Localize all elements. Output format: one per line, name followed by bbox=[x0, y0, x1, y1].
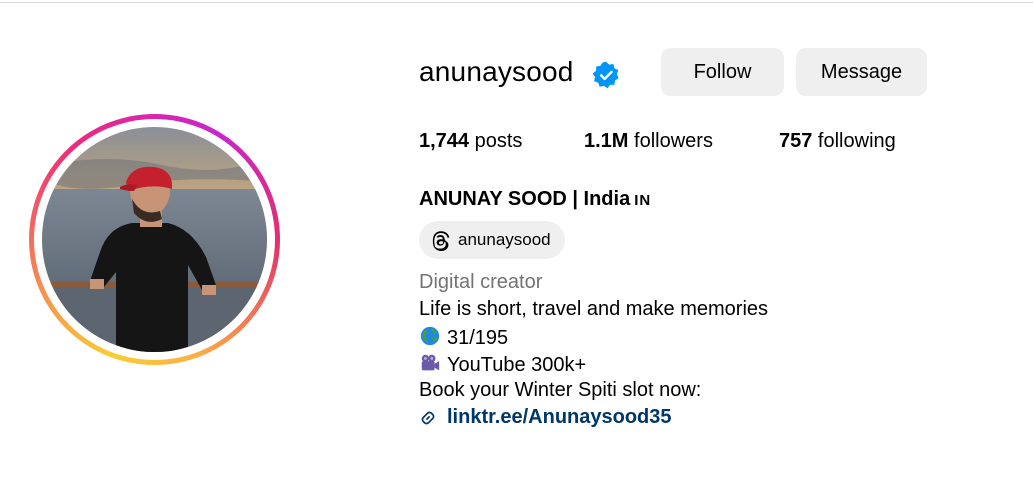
profile-full-name: ANUNAY SOOD | India IN bbox=[419, 188, 651, 211]
message-button[interactable]: Message bbox=[796, 48, 927, 96]
bio-external-link[interactable]: linktr.ee/Anunaysood35 bbox=[419, 406, 672, 429]
posts-count: 1,744 bbox=[419, 130, 470, 152]
followers-stat[interactable]: 1.1M followers bbox=[584, 130, 713, 153]
threads-badge[interactable]: anunaysood bbox=[419, 221, 565, 259]
profile-avatar[interactable] bbox=[29, 114, 280, 365]
bio-line-2: 31/195 bbox=[419, 325, 508, 350]
globe-emoji-icon bbox=[420, 326, 440, 346]
threads-icon bbox=[432, 230, 450, 251]
link-icon bbox=[421, 411, 435, 424]
link-text: linktr.ee/Anunaysood35 bbox=[447, 406, 672, 428]
profile-category: Digital creator bbox=[419, 271, 543, 293]
following-stat[interactable]: 757 following bbox=[779, 130, 896, 153]
verified-badge-icon bbox=[592, 61, 619, 89]
following-count: 757 bbox=[779, 130, 813, 152]
youtube-text: YouTube 300k+ bbox=[447, 354, 587, 376]
posts-stat: 1,744 posts bbox=[419, 130, 522, 153]
bio-line-3: YouTube 300k+ bbox=[419, 352, 586, 377]
full-name-text: ANUNAY SOOD | India bbox=[419, 188, 631, 210]
followers-label: followers bbox=[628, 130, 713, 152]
bio-line-1: Life is short, travel and make memories bbox=[419, 298, 769, 320]
india-flag-letters: IN bbox=[634, 192, 652, 209]
profile-username: anunaysood bbox=[419, 56, 574, 87]
posts-label: posts bbox=[469, 130, 523, 152]
video-camera-emoji-icon bbox=[421, 354, 440, 371]
bio-line-4: Book your Winter Spiti slot now: bbox=[419, 379, 702, 401]
countries-visited: 31/195 bbox=[447, 327, 509, 349]
threads-handle: anunaysood bbox=[458, 230, 551, 249]
followers-count: 1.1M bbox=[584, 130, 629, 152]
follow-button[interactable]: Follow bbox=[661, 48, 784, 96]
following-label: following bbox=[812, 130, 896, 152]
top-divider bbox=[0, 2, 1033, 3]
avatar-photo bbox=[42, 127, 267, 352]
